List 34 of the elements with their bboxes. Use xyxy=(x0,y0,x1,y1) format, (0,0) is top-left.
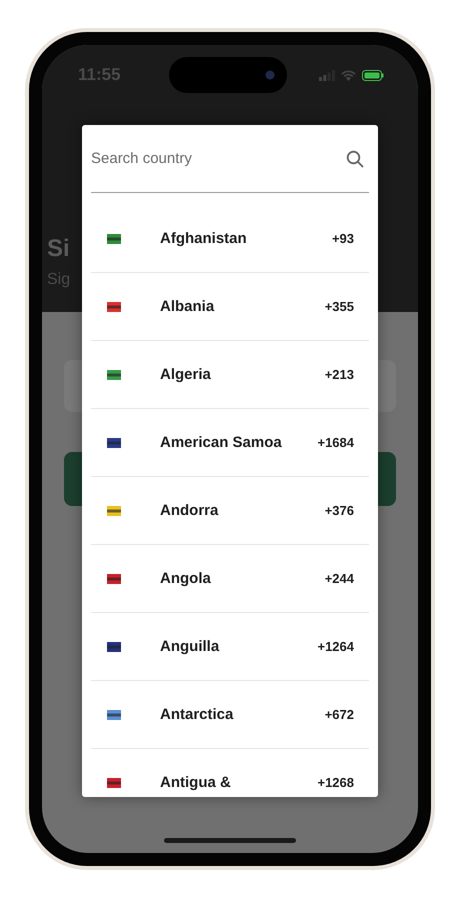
dial-code: +1684 xyxy=(317,435,354,450)
dial-code: +93 xyxy=(332,231,354,246)
dial-code: +213 xyxy=(324,367,354,382)
country-name: Afghanistan xyxy=(160,230,248,247)
country-name: Antigua & xyxy=(160,774,232,791)
dial-code: +355 xyxy=(324,299,354,314)
country-row[interactable]: American Samoa +1684 xyxy=(91,409,369,477)
country-row[interactable]: Albania +355 xyxy=(91,273,369,341)
search-field[interactable]: Search country xyxy=(91,150,346,167)
country-row[interactable]: Algeria +213 xyxy=(91,341,369,409)
country-name: Angola xyxy=(160,570,212,587)
country-name: Andorra xyxy=(160,502,220,519)
country-row[interactable]: Antigua & +1268 xyxy=(91,749,369,797)
country-row[interactable]: Afghanistan +93 xyxy=(91,205,369,273)
dial-code: +244 xyxy=(324,571,354,586)
dial-code: +672 xyxy=(324,707,354,722)
country-name: American Samoa xyxy=(160,434,283,451)
dial-code: +376 xyxy=(324,503,354,518)
search-icon xyxy=(346,150,364,168)
country-name: Algeria xyxy=(160,366,212,383)
camera-icon xyxy=(264,70,275,80)
battery-icon xyxy=(362,70,384,80)
country-row[interactable]: Anguilla +1264 xyxy=(91,613,369,681)
signal-icon xyxy=(319,70,335,80)
wifi-icon xyxy=(341,70,356,80)
dial-code: +1268 xyxy=(317,775,354,790)
country-name: Antarctica xyxy=(160,706,234,723)
country-name: Albania xyxy=(160,298,216,315)
dial-code: +1264 xyxy=(317,639,354,654)
screen-title: Si xyxy=(47,235,70,263)
country-row[interactable]: Andorra +376 xyxy=(91,477,369,545)
country-row[interactable]: Angola +244 xyxy=(91,545,369,613)
country-row[interactable]: Antarctica +672 xyxy=(91,681,369,749)
country-name: Anguilla xyxy=(160,638,220,655)
